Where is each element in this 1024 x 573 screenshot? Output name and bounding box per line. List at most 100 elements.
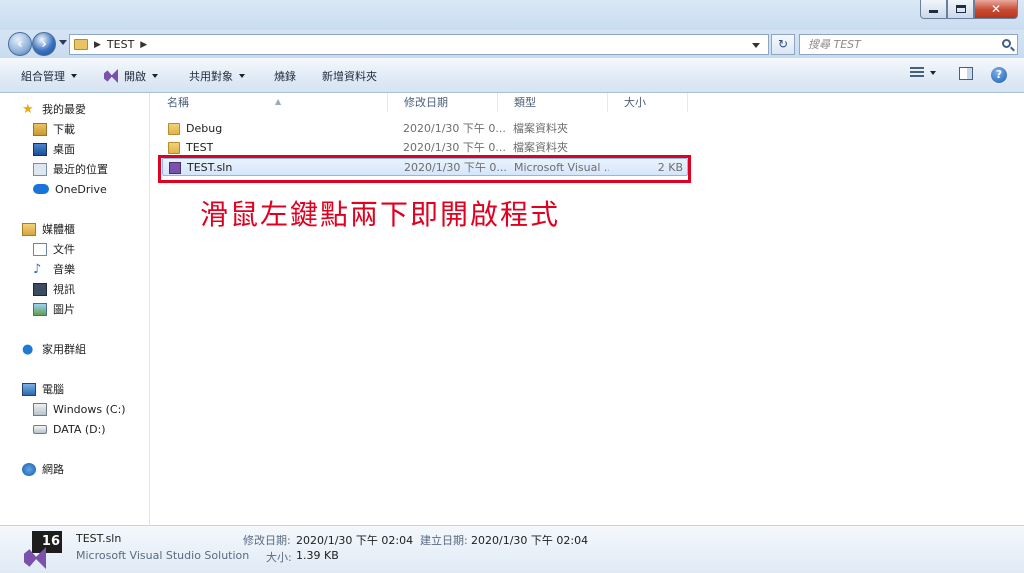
file-type: 檔案資料夾 bbox=[513, 122, 568, 135]
nav-item-desktop[interactable]: 桌面 bbox=[33, 140, 75, 158]
close-button[interactable]: ✕ bbox=[974, 0, 1018, 19]
detail-file-type: Microsoft Visual Studio Solution bbox=[76, 549, 250, 562]
close-icon: ✕ bbox=[990, 2, 1002, 16]
column-header-name[interactable]: 名稱 ▲ bbox=[151, 93, 388, 112]
view-list-icon bbox=[910, 67, 924, 79]
help-icon: ? bbox=[991, 67, 1007, 83]
share-label: 共用對象 bbox=[189, 70, 233, 83]
open-button[interactable]: 開啟 bbox=[104, 68, 158, 84]
document-icon bbox=[33, 242, 47, 256]
detail-created-label: 建立日期: bbox=[420, 534, 468, 547]
folder-icon bbox=[74, 39, 88, 50]
chevron-down-icon bbox=[152, 74, 158, 78]
solution-version-badge: 16 bbox=[32, 531, 62, 553]
network-icon bbox=[22, 462, 36, 476]
search-icon[interactable] bbox=[1002, 39, 1011, 48]
nav-item-computer[interactable]: 電腦 bbox=[22, 380, 64, 398]
column-header-type[interactable]: 類型 bbox=[498, 93, 608, 112]
help-button[interactable]: ? bbox=[991, 67, 1007, 83]
nav-item-recent[interactable]: 最近的位置 bbox=[33, 160, 108, 178]
nav-item-downloads[interactable]: 下載 bbox=[33, 120, 75, 138]
recent-places-icon bbox=[33, 162, 47, 176]
detail-file-name: TEST.sln bbox=[76, 532, 122, 545]
arrow-right-icon: › bbox=[41, 36, 47, 52]
detail-modified-label: 修改日期: bbox=[243, 534, 291, 547]
nav-item-documents[interactable]: 文件 bbox=[33, 240, 75, 258]
nav-label: 下載 bbox=[53, 123, 75, 136]
nav-label: 家用群組 bbox=[42, 343, 86, 356]
chevron-right-icon[interactable]: ▶ bbox=[140, 40, 147, 50]
video-icon bbox=[33, 282, 47, 296]
arrow-left-icon: ‹ bbox=[17, 36, 23, 52]
address-bar[interactable]: ▶ TEST ▶ bbox=[69, 34, 769, 55]
minimize-button[interactable] bbox=[920, 0, 947, 19]
column-header-date[interactable]: 修改日期 bbox=[388, 93, 498, 112]
detail-created-value: 2020/1/30 下午 02:04 bbox=[471, 534, 589, 547]
column-label: 類型 bbox=[514, 96, 536, 109]
nav-item-onedrive[interactable]: OneDrive bbox=[33, 180, 107, 198]
nav-label: 文件 bbox=[53, 243, 75, 256]
nav-item-music[interactable]: ♪ 音樂 bbox=[33, 260, 75, 278]
search-input[interactable] bbox=[800, 35, 985, 54]
nav-item-pictures[interactable]: 圖片 bbox=[33, 300, 75, 318]
column-header-size[interactable]: 大小 bbox=[608, 93, 688, 112]
nav-item-drive-d[interactable]: DATA (D:) bbox=[33, 420, 106, 438]
new-folder-button[interactable]: 新增資料夾 bbox=[322, 68, 377, 84]
change-view-button[interactable] bbox=[910, 67, 936, 79]
file-name: Debug bbox=[186, 122, 223, 135]
visual-studio-icon bbox=[104, 69, 118, 83]
sort-ascending-icon: ▲ bbox=[275, 97, 282, 106]
star-icon: ★ bbox=[22, 101, 34, 117]
organize-button[interactable]: 組合管理 bbox=[21, 68, 77, 84]
refresh-icon: ↻ bbox=[777, 37, 789, 51]
nav-label: 視訊 bbox=[53, 283, 75, 296]
picture-icon bbox=[33, 302, 47, 316]
window-controls: ✕ bbox=[920, 0, 1018, 19]
nav-label: 我的最愛 bbox=[42, 103, 86, 116]
column-label: 名稱 bbox=[167, 96, 189, 109]
preview-pane-button[interactable] bbox=[959, 67, 973, 80]
address-dropdown-icon[interactable] bbox=[752, 43, 760, 48]
breadcrumb-test[interactable]: TEST bbox=[107, 38, 134, 51]
maximize-button[interactable] bbox=[947, 0, 974, 19]
file-row-debug[interactable]: Debug 2020/1/30 下午 0... 檔案資料夾 bbox=[162, 120, 688, 138]
nav-item-favorites[interactable]: ★ 我的最愛 bbox=[22, 100, 86, 118]
open-label: 開啟 bbox=[124, 70, 146, 83]
chevron-right-icon[interactable]: ▶ bbox=[94, 40, 101, 50]
music-note-icon: ♪ bbox=[33, 261, 42, 277]
windows-drive-icon bbox=[33, 402, 47, 416]
library-icon bbox=[22, 222, 36, 236]
forward-button[interactable]: › bbox=[32, 32, 56, 56]
organize-label: 組合管理 bbox=[21, 70, 65, 83]
preview-pane-icon bbox=[959, 67, 973, 80]
column-label: 修改日期 bbox=[404, 96, 448, 109]
nav-item-libraries[interactable]: 媒體櫃 bbox=[22, 220, 75, 238]
cloud-icon bbox=[33, 184, 49, 194]
recent-pages-dropdown[interactable] bbox=[59, 40, 67, 45]
nav-label: DATA (D:) bbox=[53, 422, 106, 436]
nav-item-homegroup[interactable]: ● 家用群組 bbox=[22, 340, 86, 358]
search-box[interactable] bbox=[799, 34, 1018, 55]
refresh-button[interactable]: ↻ bbox=[771, 34, 795, 55]
computer-icon bbox=[22, 382, 36, 396]
chevron-down-icon bbox=[930, 71, 936, 75]
navigation-pane: ★ 我的最愛 下載 桌面 最近的位置 OneDrive 媒體櫃 文件 ♪ 音樂 視訊… bbox=[0, 93, 150, 525]
share-button[interactable]: 共用對象 bbox=[189, 68, 245, 84]
burn-button[interactable]: 燒錄 bbox=[274, 68, 296, 84]
burn-label: 燒錄 bbox=[274, 70, 296, 83]
nav-item-drive-c[interactable]: Windows (C:) bbox=[33, 400, 126, 418]
hard-drive-icon bbox=[33, 424, 47, 434]
nav-label: 圖片 bbox=[53, 303, 75, 316]
annotation-text: 滑鼠左鍵點兩下即開啟程式 bbox=[200, 198, 561, 231]
back-button[interactable]: ‹ bbox=[8, 32, 32, 56]
nav-label: 媒體櫃 bbox=[42, 223, 75, 236]
nav-item-videos[interactable]: 視訊 bbox=[33, 280, 75, 298]
file-date: 2020/1/30 下午 0... bbox=[403, 122, 506, 135]
nav-label: OneDrive bbox=[55, 182, 107, 196]
nav-label: 最近的位置 bbox=[53, 163, 108, 176]
detail-size-label: 大小: bbox=[266, 551, 292, 564]
minimize-icon bbox=[929, 10, 938, 13]
nav-item-network[interactable]: 網路 bbox=[22, 460, 64, 478]
nav-label: 網路 bbox=[42, 463, 64, 476]
title-bar: ✕ bbox=[0, 0, 1024, 30]
